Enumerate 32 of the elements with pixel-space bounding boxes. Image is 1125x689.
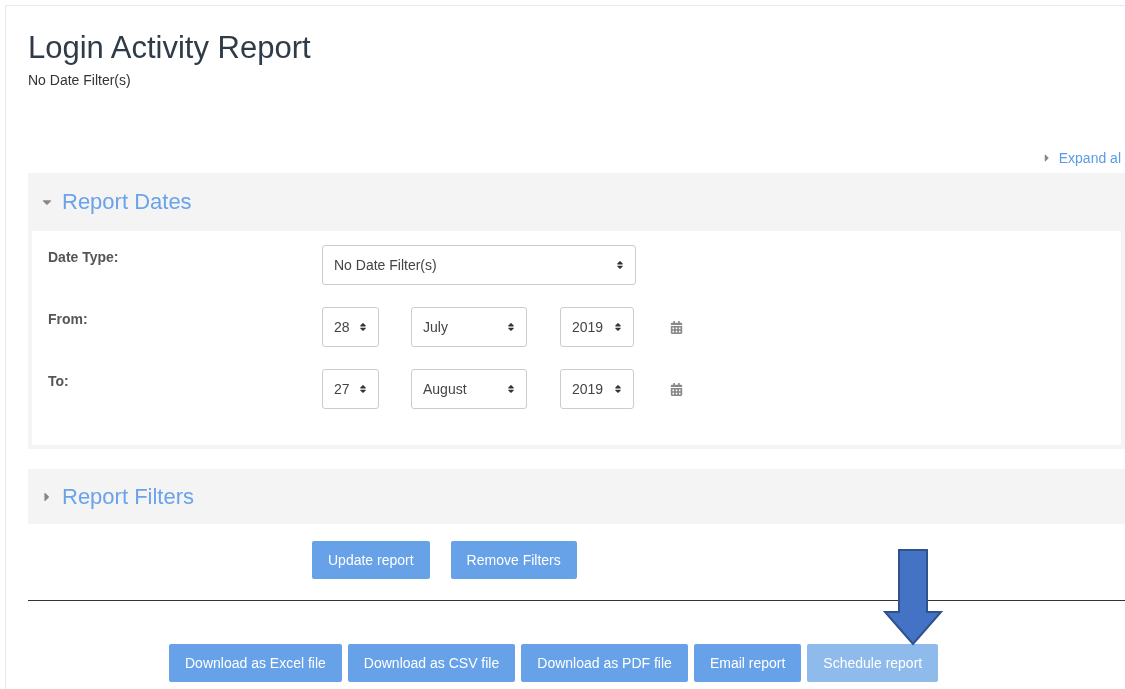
select-field[interactable]: No Date Filter(s): [322, 245, 636, 285]
sort-icon: [358, 322, 368, 332]
calendar-icon[interactable]: [670, 320, 683, 334]
export-button[interactable]: Email report: [693, 644, 802, 682]
calendar-icon[interactable]: [670, 382, 683, 396]
export-button[interactable]: Download as CSV file: [347, 644, 516, 682]
sort-icon: [613, 384, 623, 394]
select-field[interactable]: 2019: [560, 307, 634, 347]
form-button[interactable]: Remove Filters: [450, 541, 577, 579]
filter-summary: No Date Filter(s): [28, 72, 132, 88]
select-field[interactable]: 27: [322, 369, 379, 409]
section-title: Report Filters: [62, 483, 195, 510]
expand-all-link[interactable]: Expand al: [1040, 150, 1121, 166]
field-label: Date Type:: [48, 248, 120, 265]
sort-icon: [506, 322, 516, 332]
section-header[interactable]: Report Dates: [28, 173, 1125, 231]
form-button[interactable]: Update report: [312, 541, 430, 579]
sort-icon: [615, 260, 625, 270]
export-button[interactable]: Download as PDF file: [521, 644, 688, 682]
page-title: Login Activity Report: [28, 29, 312, 66]
select-field[interactable]: August: [411, 369, 527, 409]
field-label: To:: [48, 372, 70, 389]
select-field[interactable]: 28: [322, 307, 379, 347]
section-header[interactable]: Report Filters: [28, 469, 1125, 524]
sort-icon: [358, 384, 368, 394]
select-field[interactable]: 2019: [560, 369, 634, 409]
select-field[interactable]: July: [411, 307, 527, 347]
sort-icon: [506, 384, 516, 394]
sort-icon: [613, 322, 623, 332]
export-button[interactable]: Download as Excel file: [169, 644, 342, 682]
section-title: Report Dates: [62, 189, 192, 215]
field-label: From:: [48, 310, 89, 327]
